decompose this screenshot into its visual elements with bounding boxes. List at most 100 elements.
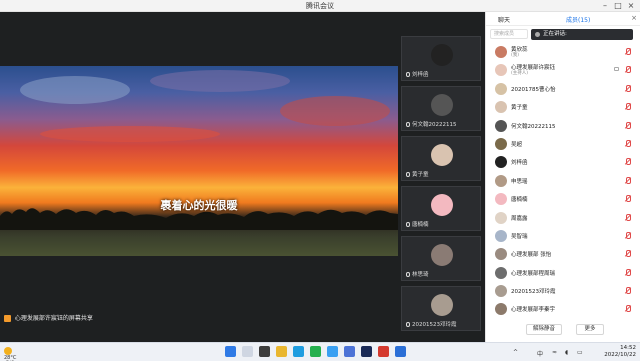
weather-widget[interactable]: 28°C 晴朗 bbox=[4, 346, 16, 361]
mic-icon bbox=[406, 172, 410, 177]
member-name: 20201523邓玲霞 bbox=[511, 289, 556, 296]
member-name: 申思瑶 bbox=[511, 178, 528, 185]
app-root: 腾讯会议 – □ × 裹着心的光很暖 心理发展部许宸钰的屏幕共享 刘梓函 何文翰… bbox=[0, 0, 640, 361]
list-item[interactable]: 申思瑶 bbox=[486, 172, 640, 190]
list-item[interactable]: 何文翰20222115 bbox=[486, 117, 640, 135]
participant-name: 20201523邓玲霞 bbox=[412, 322, 457, 328]
list-item[interactable]: 心理发展部程周瑞 bbox=[486, 264, 640, 282]
mic-muted-icon[interactable] bbox=[624, 158, 631, 166]
list-item[interactable]: 20201785曹心怡 bbox=[486, 80, 640, 98]
mic-muted-icon[interactable] bbox=[624, 268, 631, 276]
member-name: 心理发展部李秦宇 bbox=[511, 307, 556, 314]
member-name: 20201785曹心怡 bbox=[511, 86, 556, 93]
member-name: 黄子童 bbox=[511, 105, 528, 112]
member-name: 刘梓函 bbox=[511, 160, 528, 167]
mic-muted-icon[interactable] bbox=[624, 48, 631, 55]
avatar bbox=[495, 211, 507, 224]
cloud-shape bbox=[150, 70, 290, 92]
mic-muted-icon[interactable] bbox=[624, 305, 631, 313]
member-search-input[interactable]: 搜索成员 bbox=[490, 29, 528, 39]
member-role: (主持人) bbox=[511, 71, 529, 77]
avatar bbox=[495, 64, 507, 77]
mic-muted-icon[interactable] bbox=[624, 195, 631, 203]
avatar bbox=[495, 137, 507, 150]
unmute-all-button[interactable]: 解除静音 bbox=[526, 324, 562, 335]
avatar bbox=[431, 44, 453, 66]
speaking-toast: 正在讲话: bbox=[531, 29, 633, 40]
tab-members[interactable]: 成员(15) bbox=[566, 15, 590, 24]
app-icon[interactable] bbox=[344, 346, 355, 357]
wifi-icon[interactable]: ≈ bbox=[552, 349, 557, 356]
task-view-icon[interactable] bbox=[259, 346, 270, 357]
list-item[interactable]: 吴超 bbox=[486, 135, 640, 153]
participant-tile[interactable]: 刘梓函 bbox=[401, 36, 481, 81]
avatar bbox=[431, 294, 453, 316]
photoshop-icon[interactable] bbox=[361, 346, 372, 357]
chevron-up-icon[interactable]: ^ bbox=[513, 349, 518, 356]
members-panel: 聊天 成员(15) × 搜索成员 正在讲话: 黄欣蕊 (我) 心理发展部许宸钰 (主… bbox=[485, 12, 640, 342]
mic-muted-icon[interactable] bbox=[624, 176, 631, 184]
participant-tile[interactable]: 20201523邓玲霞 bbox=[401, 286, 481, 331]
participant-tile[interactable]: 唐楠楠 bbox=[401, 186, 481, 231]
maximize-icon[interactable]: □ bbox=[613, 1, 623, 10]
minimize-icon[interactable]: – bbox=[600, 1, 610, 10]
search-icon[interactable] bbox=[242, 346, 253, 357]
wechat-icon[interactable] bbox=[310, 346, 321, 357]
avatar bbox=[495, 193, 507, 206]
video-caption: 裹着心的光很暖 bbox=[160, 199, 238, 212]
more-button[interactable]: 更多 bbox=[576, 324, 604, 335]
list-item[interactable]: 心理发展部李秦宇 bbox=[486, 300, 640, 318]
mic-icon bbox=[406, 72, 410, 77]
list-item[interactable]: 唐楠楠 bbox=[486, 190, 640, 208]
mic-muted-icon[interactable] bbox=[624, 231, 631, 239]
member-name: 周嘉露 bbox=[511, 215, 528, 222]
participant-tiles: 刘梓函 何文翰20222115 黄子童 唐楠楠 林思琦 20201523邓玲霞 bbox=[398, 12, 484, 342]
screen-share-icon bbox=[4, 315, 11, 322]
mic-muted-icon[interactable] bbox=[624, 121, 631, 129]
camera-icon[interactable] bbox=[614, 67, 619, 72]
list-item[interactable]: 20201523邓玲霞 bbox=[486, 282, 640, 300]
mic-muted-icon[interactable] bbox=[624, 250, 631, 258]
mic-muted-icon[interactable] bbox=[624, 103, 631, 111]
close-icon[interactable]: × bbox=[626, 1, 636, 10]
mic-muted-icon[interactable] bbox=[624, 84, 631, 92]
screen-share-label: 心理发展部许宸钰的屏幕共享 bbox=[14, 315, 93, 322]
list-item[interactable]: 心理发展部许宸钰 (主持人) bbox=[486, 61, 640, 79]
list-item[interactable]: 黄欣蕊 (我) bbox=[486, 43, 640, 61]
edge-icon[interactable] bbox=[293, 346, 304, 357]
file-explorer-icon[interactable] bbox=[276, 346, 287, 357]
qq-icon[interactable] bbox=[327, 346, 338, 357]
cloud-shape bbox=[40, 126, 220, 142]
battery-icon[interactable]: ▭ bbox=[577, 349, 583, 356]
list-item[interactable]: 周嘉露 bbox=[486, 209, 640, 227]
avatar bbox=[431, 144, 453, 166]
clock[interactable]: 14:52 2022/10/22 bbox=[604, 345, 636, 359]
mic-muted-icon[interactable] bbox=[624, 213, 631, 221]
participant-tile[interactable]: 何文翰20222115 bbox=[401, 86, 481, 131]
mic-muted-icon[interactable] bbox=[624, 66, 631, 74]
list-item[interactable]: 吴智瑞 bbox=[486, 227, 640, 245]
mic-muted-icon[interactable] bbox=[624, 139, 631, 147]
panel-footer: 解除静音 更多 bbox=[486, 320, 640, 342]
ime-indicator[interactable]: 中 bbox=[537, 349, 543, 358]
start-icon[interactable] bbox=[225, 346, 236, 357]
tencent-meeting-icon[interactable] bbox=[395, 346, 406, 357]
list-item[interactable]: 心理发展部 张怡 bbox=[486, 245, 640, 263]
participant-name: 何文翰20222115 bbox=[412, 122, 457, 128]
close-panel-icon[interactable]: × bbox=[631, 14, 637, 22]
volume-icon[interactable]: ◖ bbox=[565, 349, 568, 356]
member-name: 唐楠楠 bbox=[511, 197, 528, 204]
avatar bbox=[495, 46, 507, 58]
participant-name: 唐楠楠 bbox=[412, 222, 429, 228]
list-item[interactable]: 刘梓函 bbox=[486, 153, 640, 171]
avatar bbox=[495, 303, 507, 316]
tab-chat[interactable]: 聊天 bbox=[498, 15, 510, 24]
mic-muted-icon[interactable] bbox=[624, 287, 631, 295]
participant-tile[interactable]: 黄子童 bbox=[401, 136, 481, 181]
avatar bbox=[495, 101, 507, 114]
participant-name: 林思琦 bbox=[412, 272, 429, 278]
participant-tile[interactable]: 林思琦 bbox=[401, 236, 481, 281]
avatar bbox=[495, 229, 507, 242]
list-item[interactable]: 黄子童 bbox=[486, 98, 640, 116]
app-icon[interactable] bbox=[378, 346, 389, 357]
